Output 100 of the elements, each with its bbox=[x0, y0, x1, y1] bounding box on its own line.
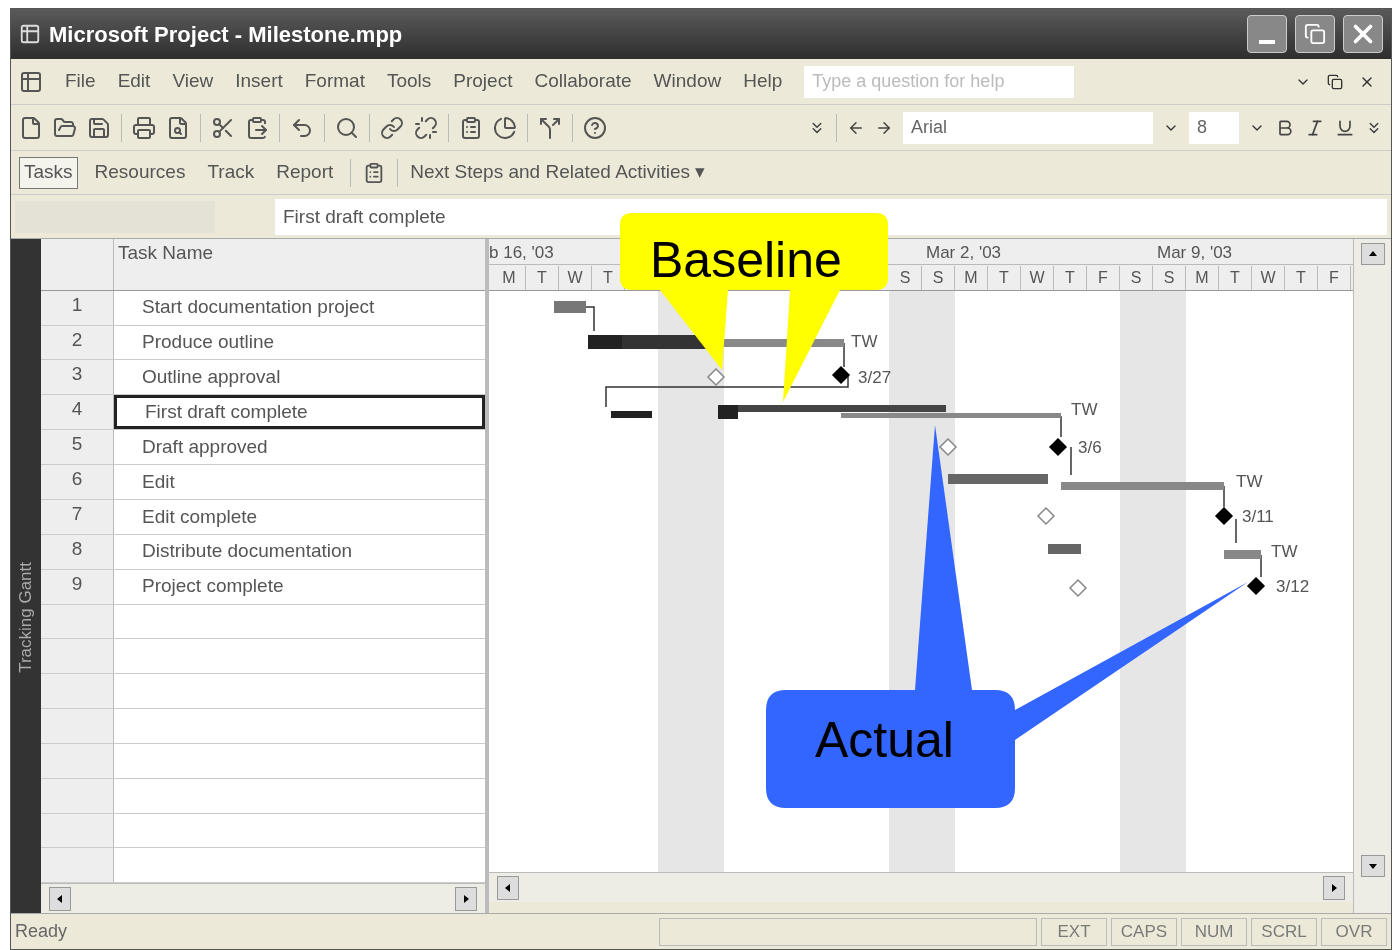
task-name-cell[interactable]: Produce outline bbox=[114, 325, 485, 360]
printer-icon[interactable] bbox=[132, 115, 156, 140]
row-number-cell[interactable] bbox=[41, 674, 114, 709]
clipboard-list-icon[interactable] bbox=[459, 115, 483, 140]
save-icon[interactable] bbox=[87, 115, 111, 140]
row-number-cell[interactable] bbox=[41, 848, 114, 883]
menu-item[interactable]: Insert bbox=[235, 67, 283, 96]
bar-label: 3/11 bbox=[1242, 507, 1274, 526]
pie-chart-icon[interactable] bbox=[493, 115, 517, 140]
task-bar bbox=[554, 301, 586, 313]
baseline-milestone-icon bbox=[1068, 578, 1088, 598]
row-number[interactable]: 3 bbox=[41, 360, 114, 395]
day-label: S bbox=[922, 266, 955, 291]
week-label: b 16, '03 bbox=[489, 242, 554, 264]
row-number[interactable]: 2 bbox=[41, 325, 114, 360]
row-number[interactable]: 8 bbox=[41, 534, 114, 569]
font-field[interactable]: Arial bbox=[903, 111, 1153, 144]
select-all-cell[interactable] bbox=[41, 239, 114, 290]
horizontal-scrollbar[interactable] bbox=[41, 883, 485, 914]
row-number-cell[interactable] bbox=[41, 604, 114, 639]
row-number-cell[interactable] bbox=[41, 709, 114, 743]
week-label: Mar 9, '03 bbox=[1157, 242, 1233, 264]
view-tab[interactable]: Tasks bbox=[19, 156, 78, 189]
task-name-cell[interactable]: Project complete bbox=[114, 569, 485, 604]
guide-dropdown[interactable]: Next Steps and Related Activities ▾ bbox=[410, 158, 706, 187]
task-name-cell[interactable]: Distribute documentation bbox=[114, 534, 485, 569]
italic-icon[interactable] bbox=[1305, 117, 1325, 138]
baseline-milestone-icon bbox=[1036, 506, 1056, 526]
help-search-field[interactable]: Type a question for help bbox=[804, 65, 1075, 98]
row-number-cell[interactable] bbox=[41, 813, 114, 848]
view-label: Tracking Gantt bbox=[15, 562, 37, 673]
link-line bbox=[1235, 518, 1237, 544]
day-label: W bbox=[1021, 266, 1054, 291]
window-title: Microsoft Project - Milestone.mpp bbox=[49, 20, 403, 49]
task-name-cell[interactable]: First draft complete bbox=[114, 395, 485, 430]
task-name-cell[interactable]: Edit complete bbox=[114, 499, 485, 534]
row-number[interactable]: 1 bbox=[41, 290, 114, 325]
folder-icon[interactable] bbox=[53, 115, 77, 140]
menu-item[interactable]: File bbox=[65, 67, 96, 96]
horizontal-scrollbar[interactable] bbox=[489, 872, 1353, 902]
row-number-cell[interactable] bbox=[41, 639, 114, 674]
row-number-cell[interactable] bbox=[41, 778, 114, 813]
milestone-icon bbox=[1048, 437, 1068, 457]
down-arrow-icon bbox=[1368, 862, 1377, 870]
view-tab[interactable]: Track bbox=[202, 156, 260, 189]
row-number-cell[interactable] bbox=[41, 743, 114, 778]
week-label: Mar 2, '03 bbox=[926, 242, 1002, 264]
bar-label: 3/27 bbox=[858, 368, 892, 387]
task-name-cell[interactable]: Draft approved bbox=[114, 430, 485, 465]
unlink-icon[interactable] bbox=[414, 115, 438, 140]
column-header[interactable]: Task Name bbox=[114, 239, 485, 290]
menu-item[interactable]: Window bbox=[653, 67, 722, 96]
row-number[interactable]: 9 bbox=[41, 569, 114, 604]
day-label: T bbox=[1285, 266, 1318, 291]
restore-icon[interactable] bbox=[1327, 73, 1343, 90]
task-name-cell[interactable]: Outline approval bbox=[114, 360, 485, 395]
right-arrow-icon bbox=[1330, 883, 1338, 892]
link-line bbox=[1060, 415, 1062, 438]
menu-item[interactable]: Project bbox=[453, 67, 513, 96]
vertical-scrollbar[interactable] bbox=[1353, 239, 1391, 913]
menu-item[interactable]: View bbox=[172, 67, 214, 96]
menu-item[interactable]: Format bbox=[304, 67, 365, 96]
menu-item[interactable]: Collaborate bbox=[534, 67, 632, 96]
row-number[interactable]: 5 bbox=[41, 430, 114, 465]
day-label: M bbox=[1186, 266, 1219, 291]
callout-text: Actual bbox=[815, 712, 954, 768]
link-line bbox=[843, 342, 845, 368]
view-tab[interactable]: Resources bbox=[89, 156, 191, 189]
bar-label: 3/6 bbox=[1078, 438, 1102, 457]
status-indicator: EXT bbox=[1041, 917, 1107, 946]
status-text: Ready bbox=[15, 920, 69, 943]
row-number[interactable]: 6 bbox=[41, 465, 114, 499]
task-name-cell[interactable]: Edit bbox=[114, 465, 485, 499]
task-name-cell[interactable]: Start documentation project bbox=[114, 290, 485, 325]
print-preview-icon[interactable] bbox=[166, 115, 190, 140]
help-icon[interactable] bbox=[583, 115, 607, 140]
menu-item[interactable]: Tools bbox=[386, 67, 432, 96]
restore-button[interactable] bbox=[1295, 15, 1335, 53]
view-tab[interactable]: Report bbox=[271, 156, 339, 189]
menu-item[interactable]: Edit bbox=[117, 67, 151, 96]
search-icon[interactable] bbox=[335, 115, 359, 140]
minimize-button[interactable] bbox=[1247, 15, 1287, 53]
day-label: M bbox=[493, 266, 526, 291]
split-icon[interactable] bbox=[538, 115, 562, 140]
document-icon bbox=[19, 69, 43, 94]
close-button[interactable] bbox=[1343, 15, 1383, 53]
row-number[interactable]: 4 bbox=[41, 395, 114, 430]
menu-item[interactable]: Help bbox=[743, 67, 783, 96]
milestone-icon bbox=[1246, 576, 1266, 596]
new-file-icon[interactable] bbox=[19, 115, 43, 140]
paste-icon[interactable] bbox=[245, 115, 269, 140]
row-number[interactable]: 7 bbox=[41, 499, 114, 534]
day-label: F bbox=[1318, 266, 1351, 291]
day-label: T bbox=[526, 266, 559, 291]
scissors-icon[interactable] bbox=[211, 115, 235, 140]
right-arrow-icon bbox=[462, 894, 470, 903]
status-indicator: OVR bbox=[1321, 917, 1387, 946]
bar-label: 3/12 bbox=[1276, 577, 1310, 596]
font-size-field[interactable]: 8 bbox=[1189, 111, 1239, 144]
link-icon[interactable] bbox=[380, 115, 404, 140]
